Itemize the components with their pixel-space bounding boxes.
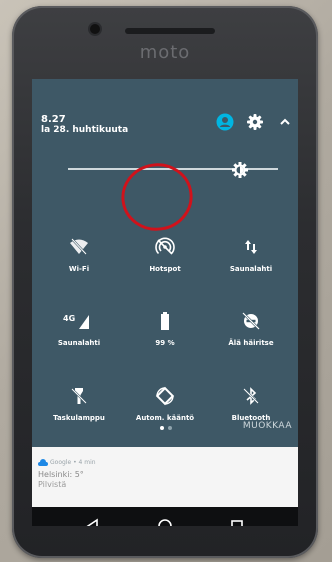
brightness-icon[interactable] (232, 162, 248, 178)
brand-logo: moto (139, 42, 191, 63)
tile-label: Wi-Fi (68, 265, 90, 273)
tile-label: Saunalahti (57, 339, 101, 347)
tile-wifi[interactable]: Wi-Fi (39, 237, 119, 287)
brightness-slider[interactable] (68, 162, 278, 178)
screen: 8.27 la 28. huhtikuuta Wi-Fi Hotspot Sau… (32, 79, 298, 526)
tile-hotspot[interactable]: Hotspot (125, 237, 205, 287)
earpiece (125, 28, 215, 34)
bluetooth-off-icon (243, 387, 259, 405)
navigation-bar (32, 507, 298, 526)
settings-icon[interactable] (246, 113, 264, 131)
front-camera (90, 24, 100, 34)
tile-label: 99 % (155, 339, 175, 347)
clock: 8.27 (41, 114, 66, 125)
weather-notification[interactable]: Google • 4 min Helsinki: 5° Pilvistä (32, 447, 298, 507)
page-indicator (160, 426, 174, 432)
network-type-badge: 4G (63, 314, 76, 323)
phone-body: moto 8.27 la 28. huhtikuuta Wi-Fi Hotspo… (12, 6, 318, 558)
battery-icon (161, 312, 169, 330)
back-icon[interactable] (84, 517, 102, 526)
account-icon[interactable] (216, 113, 234, 131)
tile-cellular[interactable]: 4G Saunalahti (39, 311, 119, 361)
home-icon[interactable] (156, 517, 174, 526)
cloud-icon (38, 459, 48, 466)
collapse-chevron-icon[interactable] (276, 113, 294, 131)
page-dot-active (160, 426, 164, 430)
recents-icon[interactable] (228, 517, 246, 526)
date-label: la 28. huhtikuuta (41, 125, 129, 135)
tile-label: Hotspot (149, 265, 181, 273)
tile-label: Saunalahti (229, 265, 273, 273)
tile-flashlight[interactable]: Taskulamppu (39, 386, 119, 436)
auto-rotate-icon (155, 386, 175, 406)
edit-button[interactable]: MUOKKAA (243, 421, 292, 431)
tile-battery[interactable]: 99 % (125, 311, 205, 361)
tile-mobile-data[interactable]: Saunalahti (211, 237, 291, 287)
tile-label: Autom. kääntö (135, 414, 195, 422)
notification-title: Helsinki: 5° (38, 470, 84, 479)
data-arrows-icon (245, 240, 257, 254)
flashlight-off-icon (71, 388, 87, 404)
notification-source: Google • 4 min (50, 459, 96, 466)
tile-do-not-disturb[interactable]: Älä häiritse (211, 311, 291, 361)
page-dot (168, 426, 172, 430)
tile-label: Älä häiritse (228, 339, 274, 347)
tile-label: Taskulamppu (53, 414, 105, 422)
quick-settings-panel: 8.27 la 28. huhtikuuta Wi-Fi Hotspot Sau… (32, 79, 298, 447)
hotspot-off-icon (155, 237, 175, 255)
notification-text: Pilvistä (38, 480, 67, 489)
wifi-off-icon (70, 238, 88, 255)
do-not-disturb-off-icon (242, 312, 260, 330)
